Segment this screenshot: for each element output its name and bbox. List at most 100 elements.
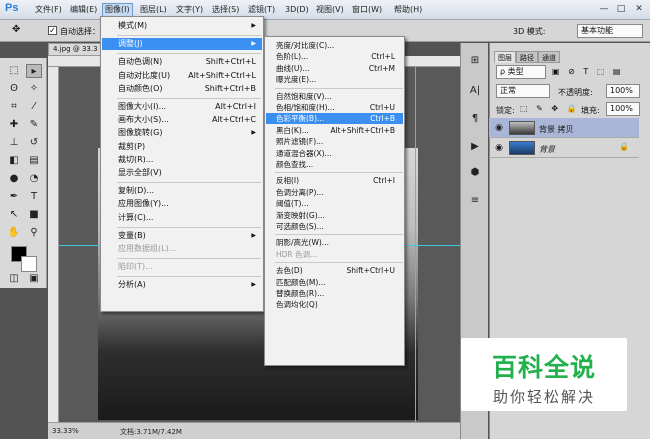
adjust-menu-item[interactable]: 可选颜色(S)... xyxy=(266,221,403,232)
paragraph-icon[interactable]: ¶ xyxy=(467,111,483,127)
adjust-menu-item[interactable]: 阴影/高光(W)... xyxy=(266,237,403,248)
magic-wand-icon[interactable]: ✧ xyxy=(26,82,42,96)
tab-channels[interactable]: 通道 xyxy=(538,51,560,63)
eye-icon[interactable]: ◉ xyxy=(494,143,504,153)
layer-name[interactable]: 背景 拷贝 xyxy=(539,124,574,135)
adjust-menu-item[interactable]: 匹配颜色(M)... xyxy=(266,277,403,288)
crop-tool-icon[interactable]: ⌗ xyxy=(6,100,22,114)
menu-edit[interactable]: 编辑(E) xyxy=(68,3,99,17)
workspace-select[interactable]: 基本功能 xyxy=(577,24,643,38)
adjust-menu-item[interactable]: 亮度/对比度(C)... xyxy=(266,40,403,51)
auto-select-checkbox[interactable]: ✓ xyxy=(48,26,57,35)
guide-line-vertical[interactable] xyxy=(415,67,416,422)
background-color-swatch[interactable] xyxy=(21,256,37,272)
adjust-menu-item[interactable]: 色相/饱和度(H)... Ctrl+U xyxy=(266,102,403,113)
adjust-menu-item[interactable]: 色阶(L)... Ctrl+L xyxy=(266,51,403,62)
layer-kind-filter[interactable]: ρ 类型 xyxy=(496,65,546,79)
image-menu-item[interactable]: 自动对比度(U) Alt+Shift+Ctrl+L xyxy=(102,70,262,82)
layer-row[interactable]: ◉ 背景 拷贝 xyxy=(489,118,639,138)
properties-icon[interactable]: ≡ xyxy=(467,193,483,209)
image-menu-item[interactable]: 裁剪(P) xyxy=(102,141,262,153)
image-menu-item[interactable]: 图像旋转(G) ▶ xyxy=(102,127,262,139)
eyedropper-icon[interactable]: ⁄ xyxy=(26,100,42,114)
character-icon[interactable]: A| xyxy=(467,83,483,99)
image-menu-item[interactable]: 自动色调(N) Shift+Ctrl+L xyxy=(102,56,262,68)
adjust-menu-item[interactable]: 色调均化(Q) xyxy=(266,299,403,310)
filter-icons[interactable]: ▣ ⊘ T ⬚ ▤ xyxy=(552,67,623,76)
zoom-tool-icon[interactable]: ⚲ xyxy=(26,226,42,240)
close-icon[interactable]: ✕ xyxy=(631,2,647,16)
history-icon[interactable]: ⊞ xyxy=(467,53,483,69)
tab-paths[interactable]: 路径 xyxy=(516,51,538,63)
menu-view[interactable]: 视图(V) xyxy=(314,3,346,17)
blur-tool-icon[interactable]: ● xyxy=(6,172,22,186)
adjust-menu-item[interactable]: 曲线(U)... Ctrl+M xyxy=(266,63,403,74)
menu-image[interactable]: 图像(I) xyxy=(102,3,133,17)
menu-type[interactable]: 文字(Y) xyxy=(174,3,205,17)
gradient-tool-icon[interactable]: ▤ xyxy=(26,154,42,168)
restore-icon[interactable]: □ xyxy=(613,2,629,16)
document-tab[interactable]: 4.jpg @ 33.3 xyxy=(48,43,108,56)
move-tool-icon[interactable]: ✥ xyxy=(12,24,20,35)
shape-tool-icon[interactable]: ■ xyxy=(26,208,42,222)
hand-tool-icon[interactable]: ✋ xyxy=(6,226,22,240)
image-menu-item[interactable]: 应用图像(Y)... xyxy=(102,198,262,210)
adjust-menu-item[interactable]: 黑白(K)... Alt+Shift+Ctrl+B xyxy=(266,125,403,136)
lock-icons[interactable]: ⬚ ✎ ✥ 🔒 xyxy=(520,104,580,113)
image-menu-item[interactable]: 图像大小(I)... Alt+Ctrl+I xyxy=(102,101,262,113)
menu-3d[interactable]: 3D(D) xyxy=(283,3,311,17)
menu-layer[interactable]: 图层(L) xyxy=(138,3,169,17)
image-menu-item[interactable]: 自动颜色(O) Shift+Ctrl+B xyxy=(102,83,262,95)
image-menu-item[interactable]: 分析(A) ▶ xyxy=(102,279,262,291)
path-select-icon[interactable]: ↖ xyxy=(6,208,22,222)
pen-tool-icon[interactable]: ✒ xyxy=(6,190,22,204)
adjust-menu-item[interactable]: 照片滤镜(F)... xyxy=(266,136,403,147)
zoom-level[interactable]: 33.33% xyxy=(52,427,79,435)
layer-row[interactable]: ◉ 背景 🔒 xyxy=(489,138,639,158)
dodge-tool-icon[interactable]: ◔ xyxy=(26,172,42,186)
minimize-icon[interactable]: — xyxy=(596,2,612,16)
menu-file[interactable]: 文件(F) xyxy=(33,3,64,17)
adjust-menu-item[interactable]: 颜色查找... xyxy=(266,159,403,170)
adjust-menu-item[interactable]: 色调分离(P)... xyxy=(266,187,403,198)
quick-mask-icon[interactable]: ◫ xyxy=(6,272,22,286)
menu-window[interactable]: 窗口(W) xyxy=(350,3,384,17)
layer-name[interactable]: 背景 xyxy=(539,144,555,155)
menu-select[interactable]: 选择(S) xyxy=(210,3,241,17)
adjust-menu-item[interactable]: 渐变映射(G)... xyxy=(266,210,403,221)
eye-icon[interactable]: ◉ xyxy=(494,123,504,133)
3d-icon[interactable]: ⬢ xyxy=(467,165,483,181)
adjust-menu-item[interactable]: 自然饱和度(V)... xyxy=(266,91,403,102)
image-menu-item[interactable]: 变量(B) ▶ xyxy=(102,230,262,242)
image-menu-item[interactable]: 显示全部(V) xyxy=(102,167,262,179)
move-tool-icon[interactable]: ▸ xyxy=(26,64,42,78)
healing-brush-icon[interactable]: ✚ xyxy=(6,118,22,132)
fill-input[interactable]: 100% xyxy=(606,102,640,116)
type-tool-icon[interactable]: T xyxy=(26,190,42,204)
tab-layers[interactable]: 图层 xyxy=(494,51,516,63)
adjust-menu-item[interactable]: 曝光度(E)... xyxy=(266,74,403,85)
menu-help[interactable]: 帮助(H) xyxy=(392,3,424,17)
adjust-menu-item[interactable]: 去色(D) Shift+Ctrl+U xyxy=(266,265,403,276)
image-menu-item[interactable]: 模式(M) ▶ xyxy=(102,20,262,32)
brush-tool-icon[interactable]: ✎ xyxy=(26,118,42,132)
lasso-tool-icon[interactable]: ʘ xyxy=(6,82,22,96)
history-brush-icon[interactable]: ↺ xyxy=(26,136,42,150)
screen-mode-icon[interactable]: ▣ xyxy=(26,272,42,286)
adjust-menu-item[interactable]: 反相(I) Ctrl+I xyxy=(266,175,403,186)
image-menu-item[interactable]: 调整(J) ▶ xyxy=(102,38,262,51)
adjust-menu-item[interactable]: 通道混合器(X)... xyxy=(266,148,403,159)
adjust-menu-item[interactable]: 色彩平衡(B)... Ctrl+B xyxy=(266,113,403,125)
image-menu-item[interactable]: 计算(C)... xyxy=(102,212,262,224)
image-menu-item[interactable]: 裁切(R)... xyxy=(102,154,262,166)
actions-icon[interactable]: ▶ xyxy=(467,139,483,155)
adjust-menu-item[interactable]: 阈值(T)... xyxy=(266,198,403,209)
clone-stamp-icon[interactable]: ⊥ xyxy=(6,136,22,150)
marquee-tool-icon[interactable]: ⬚ xyxy=(6,64,22,78)
image-menu-item[interactable]: 画布大小(S)... Alt+Ctrl+C xyxy=(102,114,262,126)
image-menu-item[interactable]: 复制(D)... xyxy=(102,185,262,197)
adjust-menu-item[interactable]: 替换颜色(R)... xyxy=(266,288,403,299)
blend-mode-select[interactable]: 正常 xyxy=(496,84,550,98)
eraser-tool-icon[interactable]: ◧ xyxy=(6,154,22,168)
menu-filter[interactable]: 滤镜(T) xyxy=(246,3,277,17)
